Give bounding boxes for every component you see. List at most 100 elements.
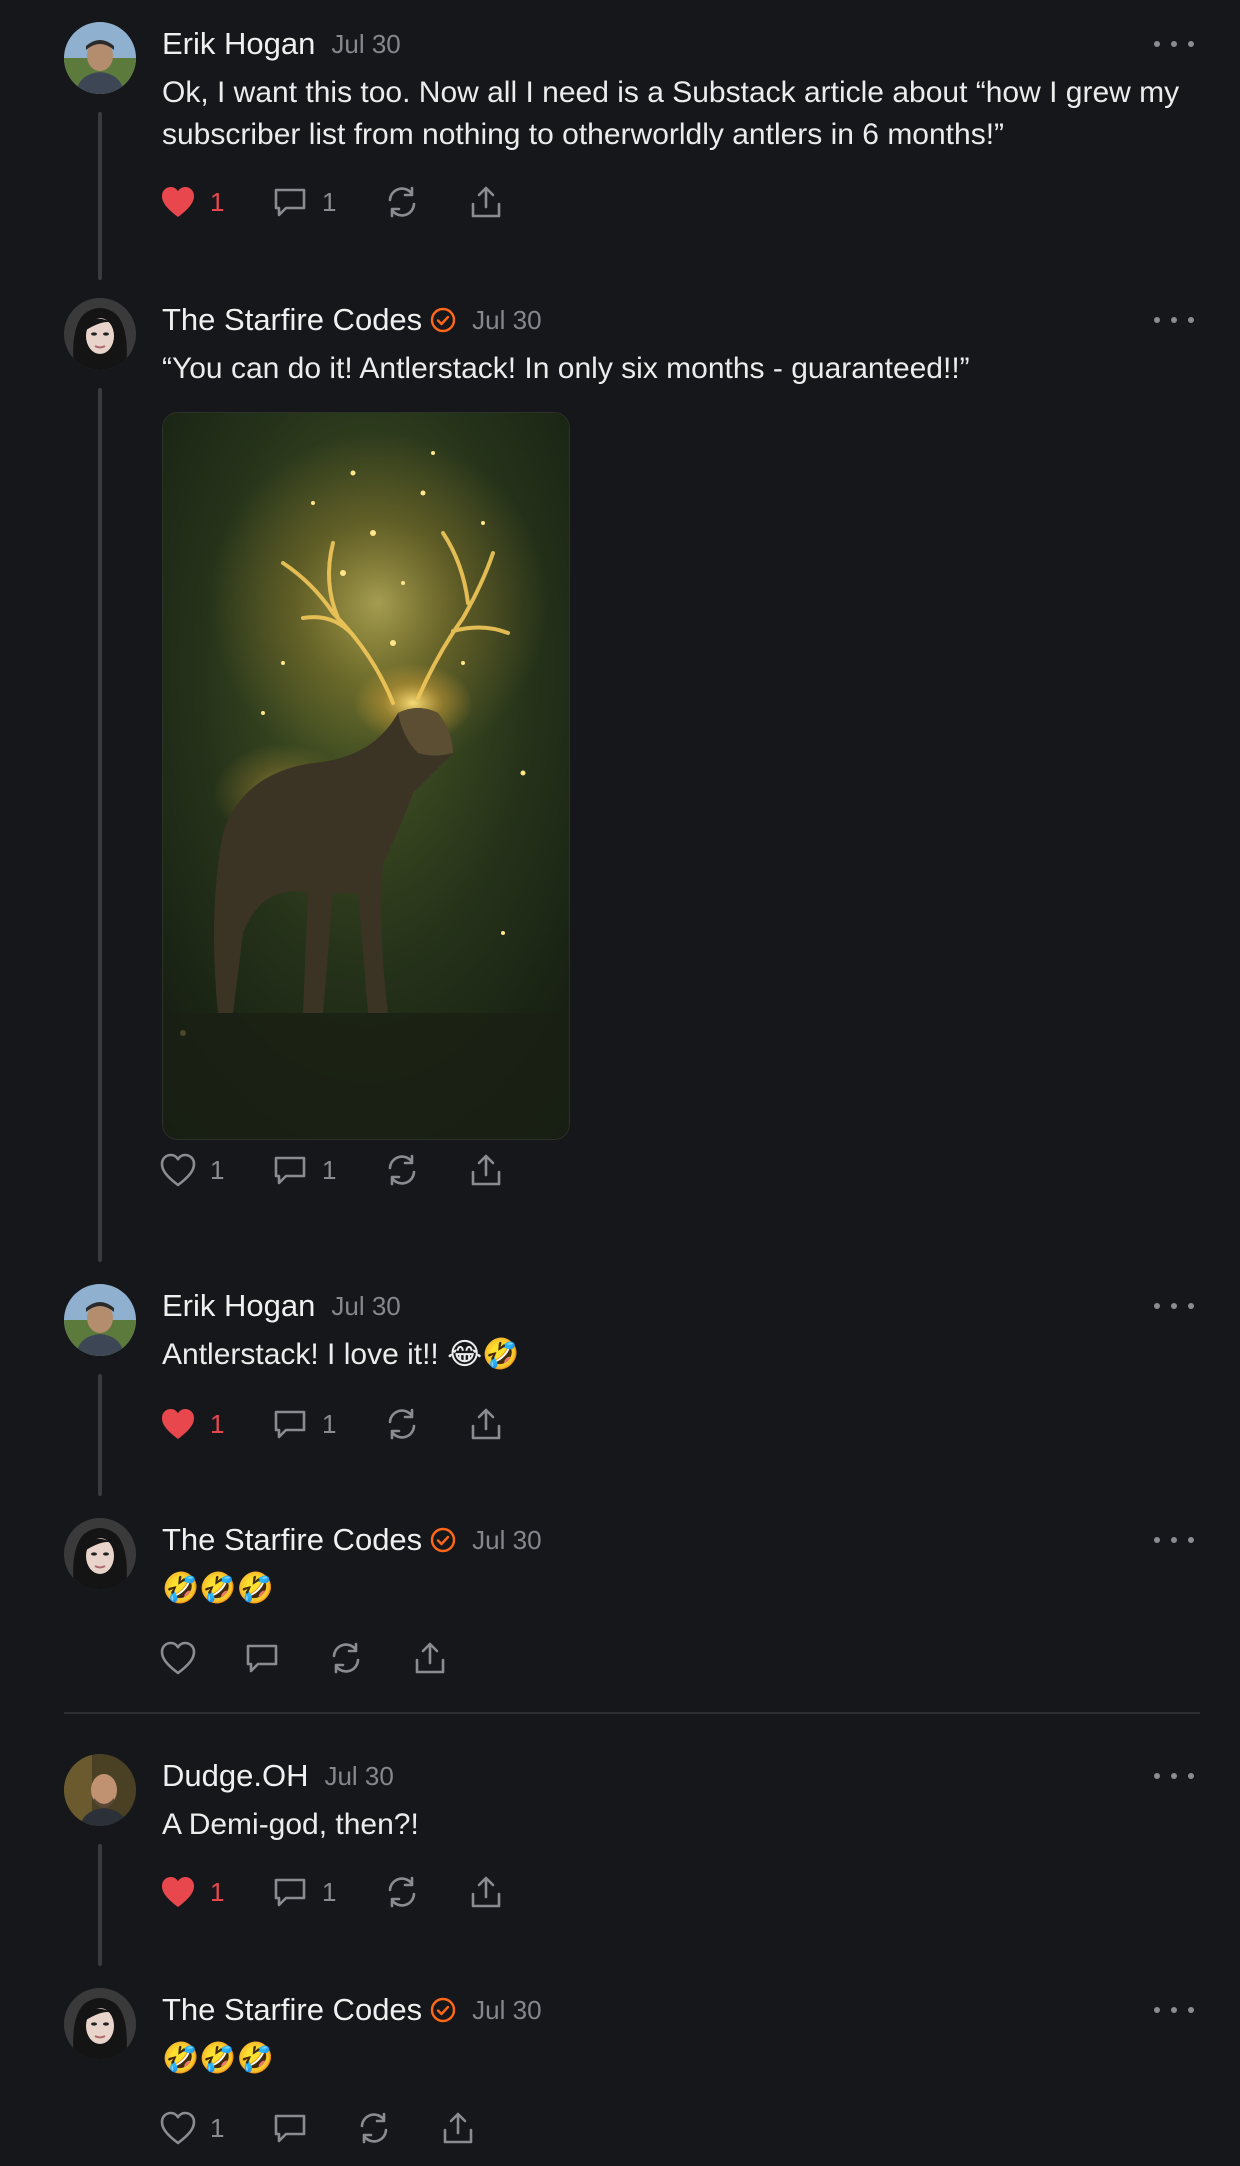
action-bar: 1 1 — [160, 1404, 504, 1444]
heart-icon — [160, 2111, 196, 2145]
restack-icon — [328, 1640, 364, 1676]
restack-button[interactable] — [328, 1640, 412, 1676]
share-button[interactable] — [468, 1874, 504, 1910]
like-count: 1 — [210, 1876, 225, 1907]
note-header: Erik Hogan Jul 30 — [162, 1284, 401, 1328]
restack-button[interactable] — [356, 2110, 440, 2146]
note-header: The Starfire Codes Jul 30 — [162, 1518, 542, 1562]
restack-icon — [356, 2110, 392, 2146]
author-name[interactable]: Erik Hogan — [162, 26, 315, 62]
more-options-icon[interactable] — [1154, 1532, 1194, 1548]
comment-button[interactable]: 1 — [272, 184, 384, 220]
note-date[interactable]: Jul 30 — [331, 29, 400, 60]
share-button[interactable] — [468, 184, 504, 220]
comment-icon — [272, 184, 308, 220]
like-count: 1 — [210, 1408, 225, 1439]
like-button[interactable] — [160, 1641, 244, 1675]
like-count: 1 — [210, 186, 225, 217]
note-header: Erik Hogan Jul 30 — [162, 22, 401, 66]
like-button[interactable]: 1 — [160, 1407, 272, 1441]
comment-button[interactable] — [244, 1640, 328, 1676]
comment-count: 1 — [322, 1408, 337, 1439]
like-count: 1 — [210, 2112, 225, 2143]
action-bar: 1 1 — [160, 182, 504, 222]
heart-icon — [160, 185, 196, 219]
share-icon — [468, 1874, 504, 1910]
note-date[interactable]: Jul 30 — [472, 1995, 541, 2026]
share-icon — [412, 1640, 448, 1676]
comment-button[interactable]: 1 — [272, 1874, 384, 1910]
author-name[interactable]: Dudge.OH — [162, 1758, 308, 1794]
thread-line — [98, 1374, 102, 1496]
note-header: The Starfire Codes Jul 30 — [162, 298, 542, 342]
action-bar — [160, 1638, 448, 1678]
like-button[interactable]: 1 — [160, 185, 272, 219]
note-header: The Starfire Codes Jul 30 — [162, 1988, 542, 2032]
comment-button[interactable]: 1 — [272, 1152, 384, 1188]
restack-button[interactable] — [384, 1152, 468, 1188]
verified-check-icon — [430, 1527, 456, 1553]
avatar[interactable] — [64, 1518, 136, 1590]
more-options-icon[interactable] — [1154, 1298, 1194, 1314]
more-options-icon[interactable] — [1154, 2002, 1194, 2018]
author-name[interactable]: The Starfire Codes — [162, 1992, 422, 2028]
like-button[interactable]: 1 — [160, 1153, 272, 1187]
comment-button[interactable]: 1 — [272, 1406, 384, 1442]
thread-line — [98, 388, 102, 1262]
note-text: 🤣🤣🤣 — [162, 1572, 275, 1605]
author-name[interactable]: Erik Hogan — [162, 1288, 315, 1324]
more-options-icon[interactable] — [1154, 312, 1194, 328]
comment-count: 1 — [322, 1154, 337, 1185]
note-date[interactable]: Jul 30 — [331, 1291, 400, 1322]
comment-count: 1 — [322, 186, 337, 217]
restack-button[interactable] — [384, 1406, 468, 1442]
note-text: Ok, I want this too. Now all I need is a… — [162, 76, 1180, 151]
author-name[interactable]: The Starfire Codes — [162, 302, 422, 338]
share-button[interactable] — [412, 1640, 448, 1676]
share-icon — [468, 1152, 504, 1188]
like-button[interactable]: 1 — [160, 1875, 272, 1909]
like-button[interactable]: 1 — [160, 2111, 272, 2145]
share-button[interactable] — [468, 1406, 504, 1442]
restack-icon — [384, 1874, 420, 1910]
comment-count: 1 — [322, 1876, 337, 1907]
author-name[interactable]: The Starfire Codes — [162, 1522, 422, 1558]
action-bar: 1 1 — [160, 1150, 504, 1190]
note-text: 🤣🤣🤣 — [162, 2042, 275, 2075]
note-text: A Demi-god, then?! — [162, 1808, 419, 1841]
thread-divider — [64, 1712, 1200, 1714]
verified-check-icon — [430, 307, 456, 333]
note-date[interactable]: Jul 30 — [472, 305, 541, 336]
heart-icon — [160, 1407, 196, 1441]
action-bar: 1 1 — [160, 1872, 504, 1912]
share-icon — [468, 1406, 504, 1442]
share-icon — [440, 2110, 476, 2146]
restack-icon — [384, 1406, 420, 1442]
restack-button[interactable] — [384, 1874, 468, 1910]
restack-icon — [384, 1152, 420, 1188]
note-date[interactable]: Jul 30 — [472, 1525, 541, 1556]
heart-icon — [160, 1875, 196, 1909]
note-header: Dudge.OH Jul 30 — [162, 1754, 394, 1798]
restack-button[interactable] — [384, 184, 468, 220]
comment-icon — [272, 2110, 308, 2146]
note-text: Antlerstack! I love it!! 😂🤣 — [162, 1338, 520, 1371]
share-button[interactable] — [468, 1152, 504, 1188]
avatar[interactable] — [64, 1754, 136, 1826]
avatar[interactable] — [64, 1988, 136, 2060]
more-options-icon[interactable] — [1154, 1768, 1194, 1784]
comment-icon — [272, 1406, 308, 1442]
avatar[interactable] — [64, 22, 136, 94]
restack-icon — [384, 184, 420, 220]
avatar[interactable] — [64, 1284, 136, 1356]
share-button[interactable] — [440, 2110, 476, 2146]
post-image-stag[interactable] — [162, 412, 570, 1140]
action-bar: 1 — [160, 2108, 476, 2148]
comment-icon — [272, 1152, 308, 1188]
note-date[interactable]: Jul 30 — [324, 1761, 393, 1792]
comment-button[interactable] — [272, 2110, 356, 2146]
note-text: “You can do it! Antlerstack! In only six… — [162, 352, 970, 385]
more-options-icon[interactable] — [1154, 36, 1194, 52]
avatar[interactable] — [64, 298, 136, 370]
comment-icon — [244, 1640, 280, 1676]
